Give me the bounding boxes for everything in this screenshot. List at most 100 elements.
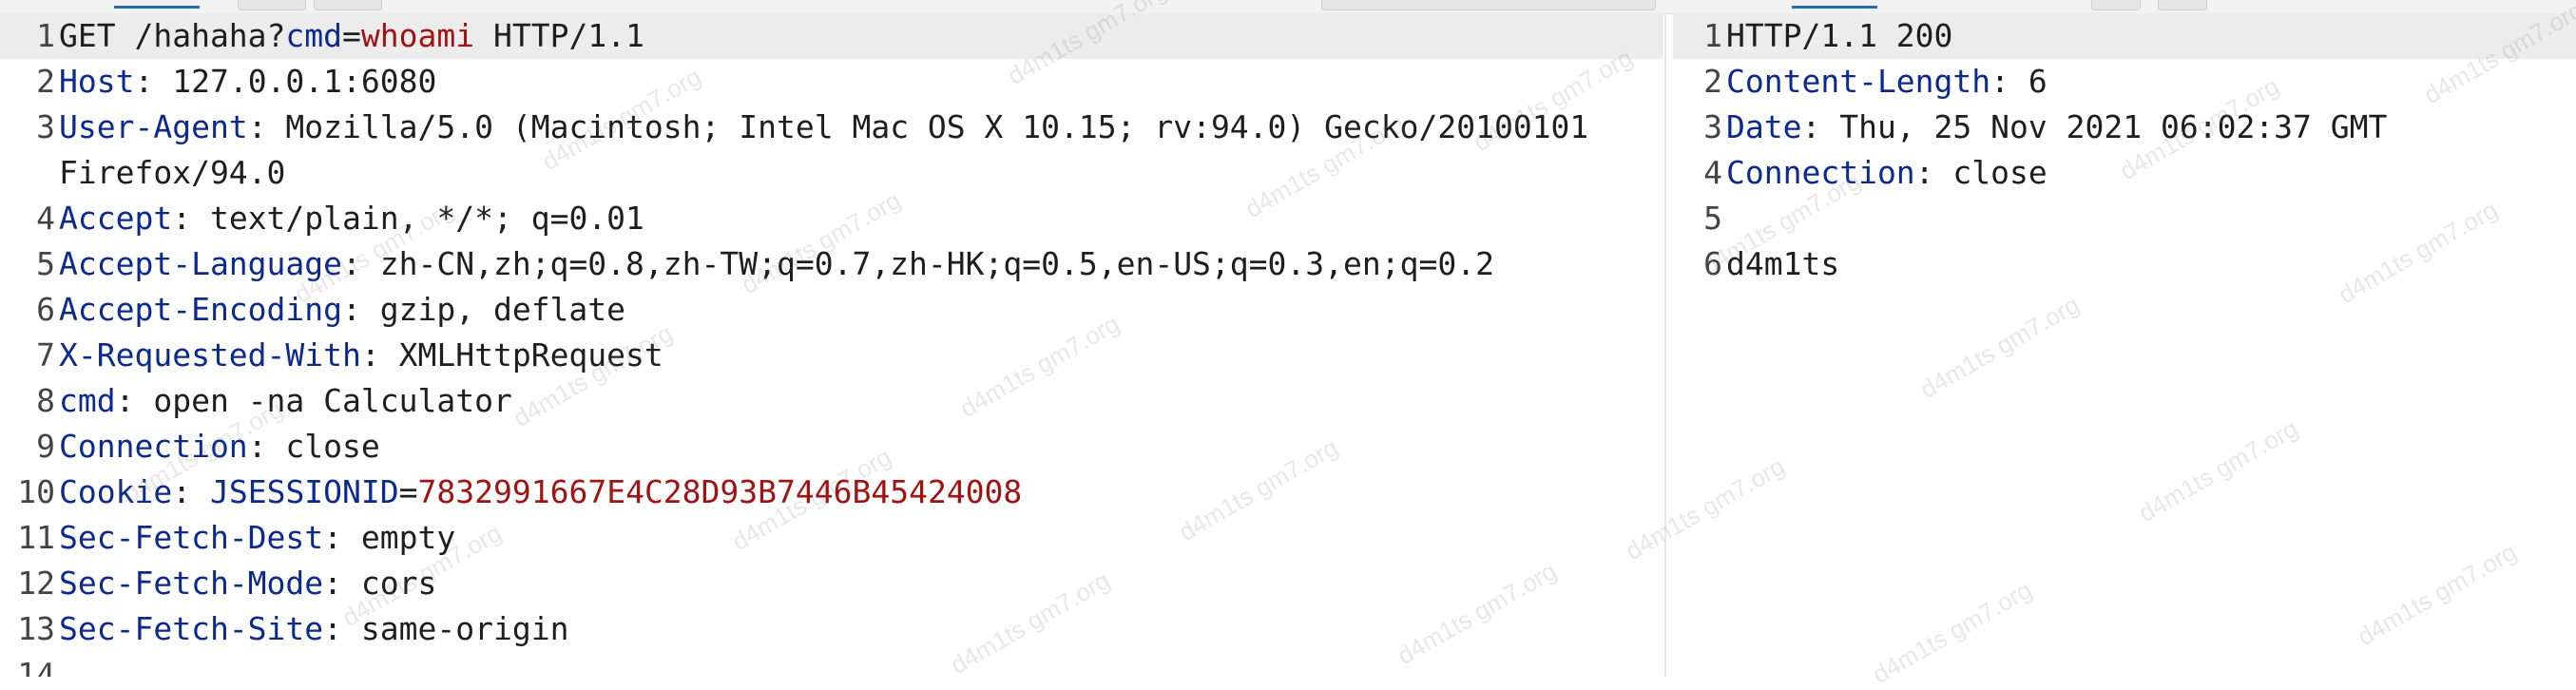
text-segment: GET /hahaha?	[59, 17, 286, 54]
line-content: X-Requested-With: XMLHttpRequest	[59, 333, 663, 378]
line-content: Content-Length: 6	[1726, 59, 2047, 105]
toolbar-tab[interactable]	[2091, 0, 2141, 10]
param-name: cmd	[285, 17, 343, 54]
request-line[interactable]: 12 Sec-Fetch-Mode: cors	[0, 561, 1663, 606]
line-content: GET /hahaha?cmd=whoami HTTP/1.1	[59, 13, 644, 59]
header-name: Cookie	[59, 473, 173, 510]
line-number: 11	[17, 519, 55, 556]
request-line[interactable]: 5 Accept-Language: zh-CN,zh;q=0.8,zh-TW;q…	[0, 241, 1663, 287]
text-segment: : close	[1914, 154, 2047, 191]
request-line[interactable]: 3 User-Agent: Mozilla/5.0 (Macintosh; Int…	[0, 105, 1663, 150]
param-name: JSESSIONID	[209, 473, 399, 510]
line-number: 5	[1703, 200, 1722, 237]
header-name: Connection	[59, 428, 248, 465]
request-line[interactable]: 8 cmd: open -na Calculator	[0, 378, 1663, 424]
header-name: Accept-Encoding	[59, 291, 343, 328]
response-line[interactable]: 1 HTTP/1.1 200	[1673, 13, 2576, 59]
line-number: 1	[1703, 17, 1722, 54]
request-line[interactable]: 1 GET /hahaha?cmd=whoami HTTP/1.1	[0, 13, 1663, 59]
header-name: Accept-Language	[59, 245, 343, 282]
response-line[interactable]: 6 d4m1ts	[1673, 241, 2576, 287]
line-number: 4	[1703, 154, 1722, 191]
text-segment: d4m1ts	[1726, 245, 1840, 282]
header-name: X-Requested-With	[59, 336, 361, 374]
request-line[interactable]: 6 Accept-Encoding: gzip, deflate	[0, 287, 1663, 333]
line-content: Host: 127.0.0.1:6080	[59, 59, 436, 105]
line-number: 8	[36, 382, 55, 419]
line-content: Connection: close	[1726, 150, 2047, 196]
line-number: 2	[36, 63, 55, 100]
response-tab-indicator[interactable]	[1792, 0, 1877, 9]
text-segment: : Mozilla/5.0 (Macintosh; Intel Mac OS X…	[247, 108, 1589, 145]
header-name: User-Agent	[59, 108, 248, 145]
param-value: whoami	[360, 17, 475, 54]
header-name: Host	[59, 63, 135, 100]
toolbar-tab[interactable]	[1321, 0, 1656, 10]
line-number: 4	[36, 200, 55, 237]
response-line[interactable]: 5	[1673, 196, 2576, 241]
text-segment: : zh-CN,zh;q=0.8,zh-TW;q=0.7,zh-HK;q=0.5…	[342, 245, 1494, 282]
line-number: 2	[1703, 63, 1722, 100]
header-name: cmd	[59, 382, 116, 419]
request-line[interactable]: Firefox/94.0	[0, 150, 1663, 196]
line-content: Accept-Language: zh-CN,zh;q=0.8,zh-TW;q=…	[59, 241, 1494, 287]
line-content: Accept: text/plain, */*; q=0.01	[59, 196, 644, 241]
text-segment: : cors	[323, 565, 437, 602]
line-number: 1	[36, 17, 55, 54]
request-line[interactable]: 2 Host: 127.0.0.1:6080	[0, 59, 1663, 105]
request-line[interactable]: 14	[0, 652, 1663, 677]
request-editor[interactable]: 1 GET /hahaha?cmd=whoami HTTP/1.1 2 Host: 1…	[0, 13, 1663, 677]
text-segment: HTTP/1.1	[474, 17, 644, 54]
line-number: 13	[17, 610, 55, 647]
response-editor[interactable]: 1 HTTP/1.1 200 2 Content-Length: 6 3 Date: Th…	[1673, 13, 2576, 677]
line-content: Sec-Fetch-Site: same-origin	[59, 606, 568, 652]
text-segment: HTTP/1.1 200	[1726, 17, 1953, 54]
text-segment: : XMLHttpRequest	[360, 336, 663, 374]
header-name: Sec-Fetch-Dest	[59, 519, 324, 556]
request-line[interactable]: 7 X-Requested-With: XMLHttpRequest	[0, 333, 1663, 378]
request-line[interactable]: 4 Accept: text/plain, */*; q=0.01	[0, 196, 1663, 241]
text-segment: : open -na Calculator	[115, 382, 512, 419]
response-line[interactable]: 4 Connection: close	[1673, 150, 2576, 196]
request-line[interactable]: 13 Sec-Fetch-Site: same-origin	[0, 606, 1663, 652]
text-segment: Firefox/94.0	[59, 154, 286, 191]
line-number: 10	[17, 473, 55, 510]
line-content: HTTP/1.1 200	[1726, 13, 1952, 59]
request-line[interactable]: 10 Cookie: JSESSIONID=7832991667E4C28D93B…	[0, 470, 1663, 515]
request-tab-indicator[interactable]	[114, 0, 200, 9]
line-content: Sec-Fetch-Dest: empty	[59, 515, 455, 561]
toolbar-tab[interactable]	[314, 0, 382, 10]
line-number: 12	[17, 565, 55, 602]
text-segment: : empty	[323, 519, 456, 556]
request-line[interactable]: 11 Sec-Fetch-Dest: empty	[0, 515, 1663, 561]
line-number: 3	[36, 108, 55, 145]
param-value: 7832991667E4C28D93B7446B45424008	[417, 473, 1023, 510]
header-name: Content-Length	[1726, 63, 1991, 100]
line-content: Cookie: JSESSIONID=7832991667E4C28D93B74…	[59, 470, 1022, 515]
line-number: 6	[1703, 245, 1722, 282]
text-segment: : gzip, deflate	[342, 291, 626, 328]
line-content: Connection: close	[59, 424, 380, 470]
text-segment: :	[172, 473, 210, 510]
text-segment: =	[342, 17, 361, 54]
header-name: Accept	[59, 200, 173, 237]
line-number: 3	[1703, 108, 1722, 145]
line-number: 14	[17, 656, 55, 677]
header-name: Sec-Fetch-Mode	[59, 565, 324, 602]
toolbar-tab[interactable]	[2158, 0, 2207, 10]
request-line[interactable]: 9 Connection: close	[0, 424, 1663, 470]
text-segment: : 127.0.0.1:6080	[134, 63, 437, 100]
line-number: 6	[36, 291, 55, 328]
response-line[interactable]: 3 Date: Thu, 25 Nov 2021 06:02:37 GMT	[1673, 105, 2576, 150]
header-name: Connection	[1726, 154, 1915, 191]
text-segment: : same-origin	[323, 610, 569, 647]
text-segment: : text/plain, */*; q=0.01	[172, 200, 644, 237]
pane-divider[interactable]	[1664, 13, 1666, 677]
line-content: Date: Thu, 25 Nov 2021 06:02:37 GMT	[1726, 105, 2387, 150]
line-number: 7	[36, 336, 55, 374]
text-segment: : Thu, 25 Nov 2021 06:02:37 GMT	[1801, 108, 2388, 145]
toolbar-tab[interactable]	[238, 0, 306, 10]
text-segment: : 6	[1990, 63, 2047, 100]
top-tab-strip	[0, 0, 2576, 14]
response-line[interactable]: 2 Content-Length: 6	[1673, 59, 2576, 105]
